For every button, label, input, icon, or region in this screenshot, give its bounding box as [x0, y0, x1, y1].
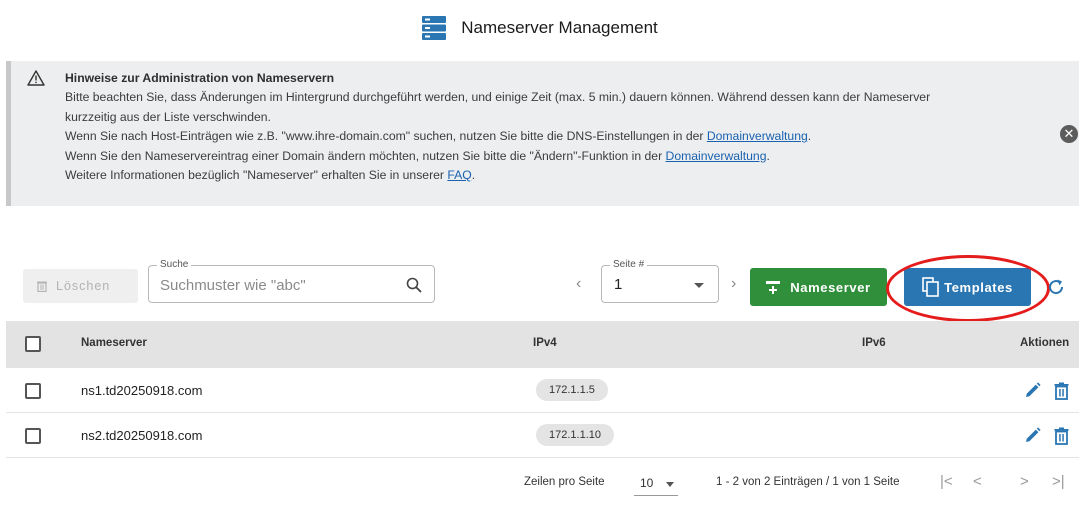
delete-button[interactable]: Löschen	[23, 269, 138, 303]
search-icon[interactable]	[406, 277, 422, 293]
trash-icon[interactable]	[1053, 427, 1070, 445]
column-header-actions: Aktionen	[1020, 337, 1070, 349]
table-toolbar: Löschen Suche ‹ Seite # 1 › Nameserver T…	[6, 255, 1079, 322]
pagination-footer: Zeilen pro Seite 10 1 - 2 von 2 Einträge…	[6, 460, 1079, 507]
copy-icon	[922, 277, 939, 297]
column-header-ipv6[interactable]: IPv6	[862, 337, 886, 349]
domainverwaltung-link[interactable]: Domainverwaltung	[707, 129, 808, 143]
add-server-icon	[766, 281, 781, 294]
nameserver-cell: ns1.td20250918.com	[81, 383, 203, 398]
page-legend: Seite #	[610, 258, 648, 272]
notice-line: Wenn Sie nach Host-Einträgen wie z.B. "w…	[65, 127, 1065, 146]
warning-triangle-icon	[27, 70, 45, 86]
select-all-checkbox[interactable]	[25, 336, 41, 352]
refresh-icon[interactable]	[1046, 277, 1066, 297]
chevron-down-icon	[694, 283, 704, 288]
table-row: ns2.td20250918.com 172.1.1.10	[6, 413, 1079, 458]
ipv4-chip: 172.1.1.5	[536, 379, 608, 401]
edit-pencil-icon[interactable]	[1024, 382, 1041, 399]
notice-title: Hinweise zur Administration von Nameserv…	[65, 71, 335, 85]
add-nameserver-button[interactable]: Nameserver	[750, 268, 887, 306]
domainverwaltung-link[interactable]: Domainverwaltung	[666, 149, 767, 163]
notice-text-segment: .	[766, 148, 770, 163]
row-checkbox[interactable]	[25, 383, 41, 399]
close-notice-button[interactable]: ✕	[1060, 125, 1078, 143]
prev-page-button[interactable]: <	[973, 473, 982, 490]
notice-line: Weitere Informationen bezüglich "Nameser…	[65, 166, 1065, 185]
rows-per-page-value: 10	[640, 476, 654, 490]
page-select-value: 1	[614, 276, 623, 293]
delete-button-label: Löschen	[56, 279, 111, 293]
table-header: Nameserver IPv4 IPv6 Aktionen	[6, 321, 1079, 368]
nameserver-cell: ns2.td20250918.com	[81, 428, 203, 443]
page-select[interactable]: Seite # 1	[601, 258, 719, 303]
column-header-nameserver[interactable]: Nameserver	[81, 337, 147, 349]
close-circle-icon: ✕	[1063, 126, 1075, 141]
table-row: ns1.td20250918.com 172.1.1.5	[6, 368, 1079, 413]
notice-text-segment: Weitere Informationen bezüglich "Nameser…	[65, 168, 448, 183]
page-next-button[interactable]: ›	[731, 275, 736, 293]
server-rack-icon	[422, 16, 447, 40]
row-checkbox[interactable]	[25, 428, 41, 444]
page-title: Nameserver Management	[461, 18, 658, 37]
search-field: Suche	[148, 258, 435, 303]
admin-notice: Hinweise zur Administration von Nameserv…	[6, 61, 1079, 206]
trash-icon[interactable]	[1053, 382, 1070, 400]
page-header: Nameserver Management	[0, 10, 1079, 46]
chevron-down-icon	[666, 482, 674, 487]
next-page-button[interactable]: >	[1020, 473, 1029, 490]
nameserver-table: Nameserver IPv4 IPv6 Aktionen ns1.td2025…	[6, 321, 1079, 458]
first-page-button[interactable]: |<	[940, 473, 953, 490]
rows-per-page-select[interactable]: 10	[634, 474, 678, 496]
notice-text-segment: .	[471, 168, 476, 183]
templates-label: Templates	[944, 279, 1013, 295]
notice-text-segment: Wenn Sie den Nameservereintrag einer Dom…	[65, 148, 666, 163]
faq-link[interactable]: FAQ	[447, 168, 471, 182]
add-nameserver-label: Nameserver	[790, 279, 871, 295]
search-legend: Suche	[157, 258, 192, 272]
notice-line: kurzzeitig aus der Liste verschwinden.	[65, 109, 271, 124]
templates-button[interactable]: Templates	[904, 268, 1031, 306]
last-page-button[interactable]: >|	[1052, 473, 1065, 490]
notice-text-segment: .	[807, 129, 812, 144]
column-header-ipv4[interactable]: IPv4	[533, 337, 557, 349]
ipv4-chip: 172.1.1.10	[536, 424, 614, 446]
page-prev-button[interactable]: ‹	[576, 275, 581, 293]
notice-body: Hinweise zur Administration von Nameserv…	[65, 69, 1065, 185]
edit-pencil-icon[interactable]	[1024, 427, 1041, 444]
trash-icon	[37, 281, 47, 292]
search-input[interactable]	[160, 275, 390, 295]
notice-line: Wenn Sie den Nameservereintrag einer Dom…	[65, 147, 1065, 166]
notice-text-segment: Wenn Sie nach Host-Einträgen wie z.B. "w…	[65, 129, 707, 144]
pagination-range: 1 - 2 von 2 Einträgen / 1 von 1 Seite	[716, 476, 900, 488]
rows-per-page-label: Zeilen pro Seite	[524, 476, 605, 488]
notice-line: Bitte beachten Sie, dass Änderungen im H…	[65, 90, 931, 105]
